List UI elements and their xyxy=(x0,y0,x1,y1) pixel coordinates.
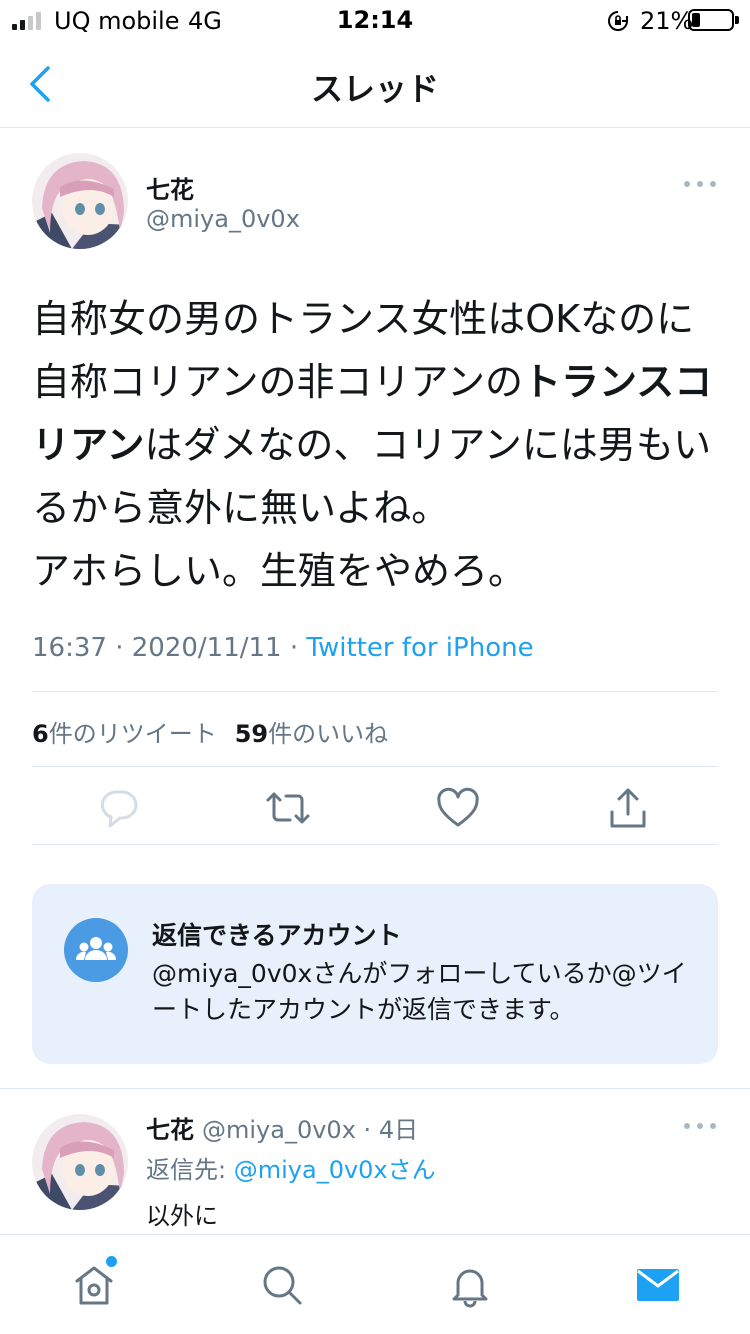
battery-icon xyxy=(688,9,739,31)
status-bar: UQ mobile 4G 12:14 21% xyxy=(0,0,750,40)
reply-header: 七花 @miya_0v0x · 4日 xyxy=(146,1110,418,1145)
tweet-actions xyxy=(0,784,750,834)
card-title: 返信できるアカウント xyxy=(152,921,402,950)
tweet-time: 16:37 xyxy=(32,633,107,663)
avatar-illustration xyxy=(32,1114,128,1210)
display-name[interactable]: 七花 xyxy=(146,170,194,205)
reply-to-label: 返信先: xyxy=(146,1156,227,1184)
avatar[interactable] xyxy=(32,153,128,249)
notifications-icon[interactable] xyxy=(446,1261,494,1309)
tweet-metadata: 16:37 · 2020/11/11 · Twitter for iPhone xyxy=(32,633,534,663)
tweet-source-link[interactable]: Twitter for iPhone xyxy=(306,633,533,663)
reply-display-name[interactable]: 七花 xyxy=(146,1116,194,1144)
battery-percentage: 21% xyxy=(640,7,694,35)
reply-icon[interactable] xyxy=(94,784,142,832)
retweet-icon[interactable] xyxy=(264,784,312,832)
retweet-count-label: 件のリツイート xyxy=(48,720,217,748)
section-divider xyxy=(0,1088,750,1089)
reply-text: 以外に xyxy=(146,1202,218,1230)
divider xyxy=(32,766,718,767)
messages-icon[interactable] xyxy=(634,1261,682,1309)
divider xyxy=(32,691,718,692)
card-body: @miya_0v0xさんがフォローしているか@ツイートしたアカウントが返信できま… xyxy=(152,959,687,1024)
page-title: スレッド xyxy=(310,70,439,108)
retweet-count: 6 xyxy=(32,720,49,748)
more-options-icon[interactable] xyxy=(684,1120,716,1132)
tab-bar xyxy=(0,1234,750,1334)
like-count: 59 xyxy=(234,720,269,748)
status-time: 12:14 xyxy=(336,6,414,34)
tweet-stats: 6件のリツイート 59件のいいね xyxy=(32,714,388,749)
meta-separator: · xyxy=(363,1116,372,1144)
divider xyxy=(32,844,718,845)
meta-separator: · xyxy=(289,633,299,663)
search-icon[interactable] xyxy=(258,1261,306,1309)
people-icon xyxy=(64,918,128,982)
more-options-icon[interactable] xyxy=(684,178,716,190)
home-icon[interactable] xyxy=(70,1261,118,1309)
tweet-text-segment: アホらしい。生殖をやめろ。 xyxy=(32,549,527,593)
like-icon[interactable] xyxy=(434,784,482,832)
notification-dot xyxy=(106,1256,117,1267)
reply-age: 4日 xyxy=(378,1116,419,1144)
reply-to-mention[interactable]: @miya_0v0xさん xyxy=(234,1156,436,1184)
share-icon[interactable] xyxy=(604,784,652,832)
user-handle[interactable]: @miya_0v0x xyxy=(146,205,300,233)
reply-restriction-card: 返信できるアカウント @miya_0v0xさんがフォローしているか@ツイートした… xyxy=(32,884,718,1064)
like-count-link[interactable]: 59件のいいね xyxy=(235,720,388,748)
replying-to: 返信先: @miya_0v0xさん xyxy=(146,1150,436,1185)
like-count-label: 件のいいね xyxy=(268,720,389,748)
avatar[interactable] xyxy=(32,1114,128,1210)
tweet-date: 2020/11/11 xyxy=(131,633,282,663)
meta-separator: · xyxy=(115,633,124,663)
retweet-count-link[interactable]: 6件のリツイート xyxy=(32,720,217,748)
reply-handle[interactable]: @miya_0v0x xyxy=(202,1116,356,1144)
navigation-bar: スレッド xyxy=(0,40,750,128)
tweet-text: 自称女の男のトランス女性はOKなのに自称コリアンの非コリアンのトランスコリアンは… xyxy=(32,288,722,603)
rotation-lock-icon xyxy=(608,11,628,31)
avatar-illustration xyxy=(32,153,128,249)
